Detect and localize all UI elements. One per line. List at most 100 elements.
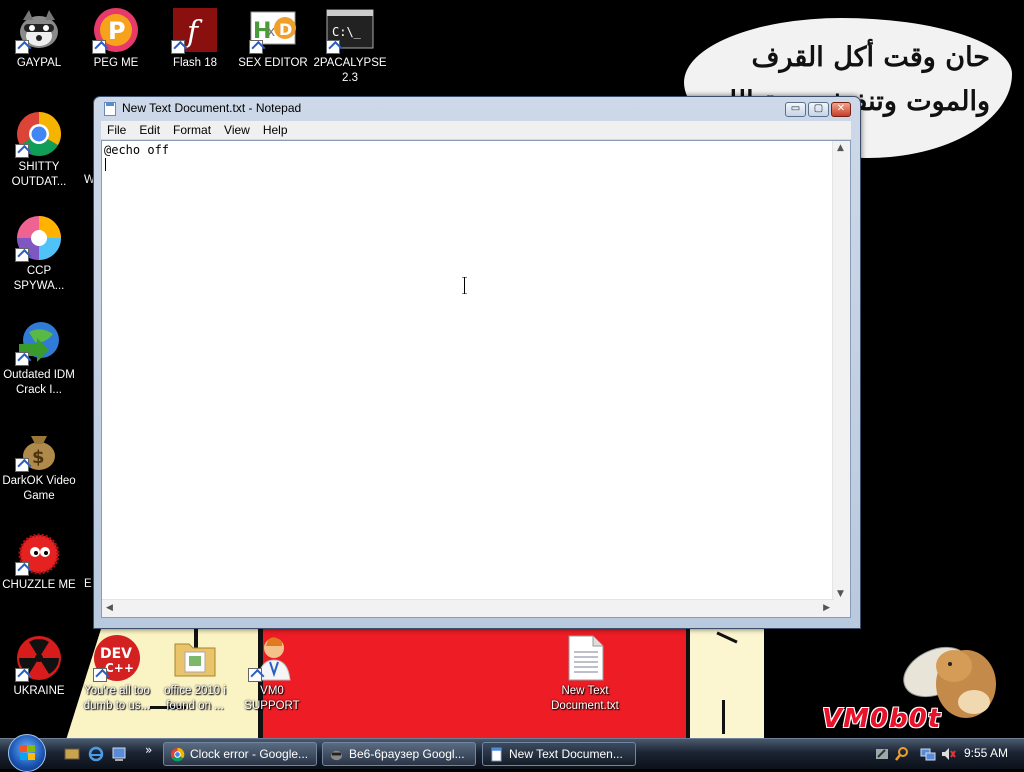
desktop-icon-label: GAYPAL bbox=[16, 57, 62, 69]
shortcut-arrow-icon bbox=[171, 40, 185, 54]
desktop-icon-office-2010[interactable]: office 2010 i found on ... bbox=[157, 634, 233, 714]
vertical-scrollbar[interactable]: ▲ ▼ bbox=[832, 141, 850, 601]
raccoon-app-icon bbox=[330, 750, 343, 761]
shortcut-arrow-icon bbox=[15, 668, 29, 682]
partial-icon-label: E bbox=[84, 578, 92, 590]
console-app-icon: C:\_ bbox=[326, 6, 374, 54]
desktop-icon-chuzzle-me[interactable]: CHUZZLE ME bbox=[1, 528, 77, 593]
desktop-icon-label: SEX EDITOR bbox=[238, 57, 308, 69]
switch-windows-icon[interactable] bbox=[111, 746, 127, 762]
task-button-google-translate[interactable]: Be6-6payзep Googl... bbox=[322, 742, 476, 766]
task-button-label: New Text Documen... bbox=[509, 747, 623, 761]
menu-edit[interactable]: Edit bbox=[133, 121, 167, 139]
pinwheel-photos-icon bbox=[15, 214, 63, 262]
desktop-icon-ukraine[interactable]: UKRAINE bbox=[1, 634, 77, 699]
shortcut-arrow-icon bbox=[92, 40, 106, 54]
tray-tools-icon[interactable] bbox=[874, 746, 890, 762]
desktop-icon-label: DarkOK Video Game bbox=[2, 475, 76, 502]
desktop-icon-vm0-support[interactable]: VM0 SUPPORT bbox=[234, 634, 310, 714]
shortcut-arrow-icon bbox=[15, 458, 29, 472]
volume-muted-icon[interactable] bbox=[940, 746, 956, 762]
svg-text:$: $ bbox=[32, 447, 45, 468]
horizontal-scrollbar[interactable]: ◀ ▶ bbox=[102, 599, 834, 617]
desktop-icon-sex-editor[interactable]: HxD SEX EDITOR bbox=[235, 6, 311, 71]
svg-text:D: D bbox=[279, 20, 292, 39]
notepad-titlebar[interactable]: New Text Document.txt - Notepad ▭ ▢ ✕ bbox=[94, 97, 860, 121]
desktop-icon-label: VM0 SUPPORT bbox=[244, 685, 300, 712]
resize-grip-icon[interactable] bbox=[833, 600, 850, 617]
desktop-icon-label: PEG ME bbox=[93, 57, 139, 69]
scroll-down-arrow-icon[interactable]: ▼ bbox=[837, 589, 844, 599]
desktop-icon-2pacalypse[interactable]: C:\_ 2PACALYPSE 2.3 bbox=[312, 6, 388, 86]
tray-search-icon[interactable] bbox=[894, 746, 910, 762]
network-icon[interactable] bbox=[920, 746, 936, 762]
shortcut-arrow-icon bbox=[15, 40, 29, 54]
desktop-icon-label: UKRAINE bbox=[13, 685, 65, 697]
scroll-right-arrow-icon[interactable]: ▶ bbox=[823, 603, 830, 613]
chuzzle-creature-icon bbox=[15, 528, 63, 576]
minimize-button[interactable]: ▭ bbox=[785, 102, 806, 117]
chrome-icon bbox=[170, 747, 185, 762]
wallpaper-cream-right bbox=[688, 628, 764, 738]
svg-text:C:\_: C:\_ bbox=[332, 25, 362, 39]
notepad-icon bbox=[104, 102, 116, 116]
desktop-icon-label: You're all too dumb to us... bbox=[83, 685, 151, 712]
svg-text:P: P bbox=[108, 17, 126, 45]
desktop-icon-label: SHITTY OUTDAT... bbox=[11, 161, 67, 188]
ibeam-cursor-icon bbox=[462, 277, 467, 294]
scroll-up-arrow-icon[interactable]: ▲ bbox=[837, 143, 844, 153]
desktop-icon-shitty-outdated[interactable]: SHITTY OUTDAT... bbox=[1, 110, 77, 190]
raccoon-icon bbox=[15, 6, 63, 54]
desktop-icon-new-text-document[interactable]: New Text Document.txt bbox=[547, 634, 623, 714]
task-button-google-chrome[interactable]: Clock error - Google... bbox=[163, 742, 317, 766]
desktop-icon-dev-cpp[interactable]: DEV C++ You're all too dumb to us... bbox=[79, 634, 155, 714]
taskbar: » Clock error - Google... Be6-6payзep Go… bbox=[0, 734, 1024, 772]
wallpaper-red-panel bbox=[262, 628, 688, 738]
start-button[interactable] bbox=[8, 734, 46, 772]
money-bag-icon: $ bbox=[15, 424, 63, 472]
notepad-menubar: File Edit Format View Help bbox=[101, 121, 851, 139]
notepad-text-area[interactable]: @echo off ▲ ▼ ◀ ▶ bbox=[101, 140, 851, 618]
quicklaunch-more-icon[interactable]: » bbox=[145, 743, 152, 757]
menu-format[interactable]: Format bbox=[167, 121, 218, 139]
desktop-icon-gaypal[interactable]: GAYPAL bbox=[1, 6, 77, 71]
shortcut-arrow-icon bbox=[15, 248, 29, 262]
chrome-icon bbox=[15, 110, 63, 158]
idm-globe-icon bbox=[15, 318, 63, 366]
text-file-icon bbox=[561, 634, 609, 682]
desktop-icon-outdated-idm[interactable]: Outdated IDM Crack I... bbox=[1, 318, 77, 398]
close-button[interactable]: ✕ bbox=[831, 102, 851, 117]
shortcut-arrow-icon bbox=[15, 352, 29, 366]
desktop-icon-label: CCP SPYWA... bbox=[13, 265, 65, 292]
desktop-icon-flash-18[interactable]: f Flash 18 bbox=[157, 6, 233, 71]
window-title: New Text Document.txt - Notepad bbox=[122, 101, 302, 115]
show-desktop-icon[interactable] bbox=[64, 746, 80, 762]
svg-text:C++: C++ bbox=[105, 661, 134, 675]
windows-logo-icon bbox=[20, 745, 35, 760]
maximize-button[interactable]: ▢ bbox=[808, 102, 829, 117]
shortcut-arrow-icon bbox=[249, 40, 263, 54]
svg-text:x: x bbox=[267, 24, 275, 40]
support-person-icon bbox=[248, 634, 296, 682]
flash-player-icon: f bbox=[171, 6, 219, 54]
task-button-label: Be6-6payзep Googl... bbox=[349, 747, 465, 761]
notepad-window[interactable]: New Text Document.txt - Notepad ▭ ▢ ✕ Fi… bbox=[93, 96, 861, 629]
peg-logo-icon: P bbox=[92, 6, 140, 54]
scroll-left-arrow-icon[interactable]: ◀ bbox=[106, 603, 113, 613]
desktop-icon-peg-me[interactable]: P PEG ME bbox=[78, 6, 154, 71]
menu-file[interactable]: File bbox=[101, 121, 133, 139]
task-button-notepad[interactable]: New Text Documen... bbox=[482, 742, 636, 766]
desktop-icon-ccp-spyware[interactable]: CCP SPYWA... bbox=[1, 214, 77, 294]
vm0b0t-logo: VM0b0t bbox=[822, 704, 942, 734]
wallpaper-stroke bbox=[722, 700, 725, 734]
shortcut-arrow-icon bbox=[93, 668, 107, 682]
document-content[interactable]: @echo off bbox=[104, 143, 169, 157]
text-caret bbox=[105, 158, 106, 171]
internet-explorer-icon[interactable] bbox=[88, 746, 104, 762]
clock[interactable]: 9:55 AM bbox=[964, 746, 1008, 760]
desktop-icon-label: Outdated IDM Crack I... bbox=[3, 369, 75, 396]
menu-view[interactable]: View bbox=[218, 121, 257, 139]
desktop-icon-label: Flash 18 bbox=[172, 57, 218, 69]
menu-help[interactable]: Help bbox=[257, 121, 295, 139]
desktop-icon-darkok-video-game[interactable]: $ DarkOK Video Game bbox=[1, 424, 77, 504]
